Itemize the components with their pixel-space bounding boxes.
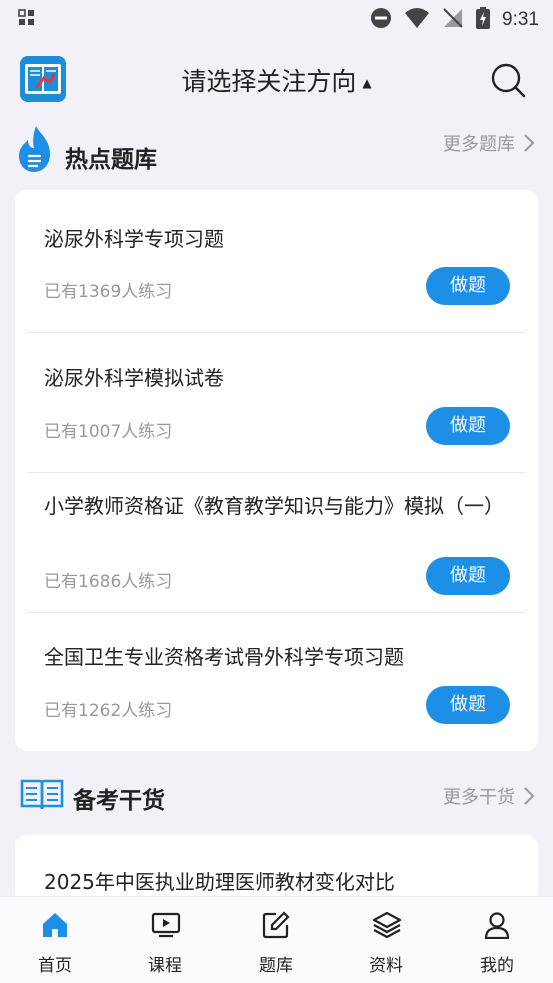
prep-section-header: 备考干货 更多干货: [0, 770, 553, 820]
practice-button[interactable]: 做题: [426, 686, 510, 724]
tab-label: 题库: [259, 956, 293, 976]
more-materials-link[interactable]: 更多干货: [443, 783, 535, 809]
search-button[interactable]: [490, 62, 526, 98]
dnd-icon: [370, 7, 392, 33]
tab-home[interactable]: 首页: [0, 897, 110, 983]
page-title: 请选择关注方向: [181, 67, 357, 96]
item-title: 泌尿外科学专项习题: [44, 227, 224, 251]
direction-selector[interactable]: 请选择关注方向 ▲: [0, 62, 553, 98]
practice-count: 已有1369人练习: [44, 282, 173, 302]
app-header: 请选择关注方向 ▲: [0, 40, 553, 122]
caret-icon: ▲: [362, 76, 372, 90]
video-play-icon: [151, 912, 181, 938]
practice-button[interactable]: 做题: [426, 267, 510, 305]
search-icon: [491, 63, 526, 98]
tab-label: 首页: [38, 956, 72, 976]
tab-label: 课程: [148, 956, 182, 976]
tab-courses[interactable]: 课程: [110, 897, 220, 983]
open-book-icon: [20, 777, 64, 815]
tab-label: 我的: [480, 956, 514, 976]
chevron-right-icon: [524, 134, 535, 152]
hot-section-header: 热点题库 更多题库: [0, 124, 553, 174]
tab-question-bank[interactable]: 题库: [221, 897, 331, 983]
chevron-right-icon: [524, 787, 535, 805]
bottom-tab-bar: 首页 课程 题库 资料 我的: [0, 896, 553, 983]
article-title: 2025年中医执业助理医师教材变化对比: [44, 870, 395, 894]
status-bar: 9:31: [0, 0, 553, 40]
item-title: 泌尿外科学模拟试卷: [44, 366, 224, 390]
app-grid-icon: [18, 9, 36, 31]
user-icon: [484, 912, 510, 939]
layers-icon: [372, 911, 402, 939]
clock: 9:31: [502, 9, 539, 30]
edit-icon: [262, 911, 290, 939]
list-item[interactable]: 小学教师资格证《教育教学知识与能力》模拟（一） 已有1686人练习 做题: [15, 473, 538, 612]
tab-label: 资料: [369, 956, 403, 976]
list-item[interactable]: 2025年中医执业助理医师教材变化对比: [15, 835, 538, 905]
practice-count: 已有1686人练习: [44, 572, 173, 592]
practice-button[interactable]: 做题: [426, 557, 510, 595]
battery-charging-icon: [476, 7, 491, 33]
hot-section-title: 热点题库: [65, 147, 157, 173]
flame-icon: [16, 124, 54, 178]
tab-materials[interactable]: 资料: [331, 897, 441, 983]
item-title: 小学教师资格证《教育教学知识与能力》模拟（一）: [44, 494, 504, 518]
practice-count: 已有1262人练习: [44, 701, 173, 721]
no-signal-icon: [442, 7, 464, 33]
tab-profile[interactable]: 我的: [442, 897, 552, 983]
home-icon: [43, 913, 67, 937]
more-materials-label: 更多干货: [443, 787, 515, 808]
list-item[interactable]: 泌尿外科学模拟试卷 已有1007人练习 做题: [15, 333, 538, 472]
list-item[interactable]: 全国卫生专业资格考试骨外科学专项习题 已有1262人练习 做题: [15, 613, 538, 751]
list-item[interactable]: 泌尿外科学专项习题 已有1369人练习 做题: [15, 190, 538, 332]
more-questions-link[interactable]: 更多题库: [443, 130, 535, 156]
practice-button[interactable]: 做题: [426, 407, 510, 445]
prep-section-title: 备考干货: [73, 788, 165, 814]
wifi-icon: [404, 7, 430, 33]
prep-article-list: 2025年中医执业助理医师教材变化对比: [15, 835, 538, 905]
hot-question-list: 泌尿外科学专项习题 已有1369人练习 做题 泌尿外科学模拟试卷 已有1007人…: [15, 190, 538, 751]
item-title: 全国卫生专业资格考试骨外科学专项习题: [44, 645, 404, 669]
more-questions-label: 更多题库: [443, 134, 515, 155]
practice-count: 已有1007人练习: [44, 422, 173, 442]
